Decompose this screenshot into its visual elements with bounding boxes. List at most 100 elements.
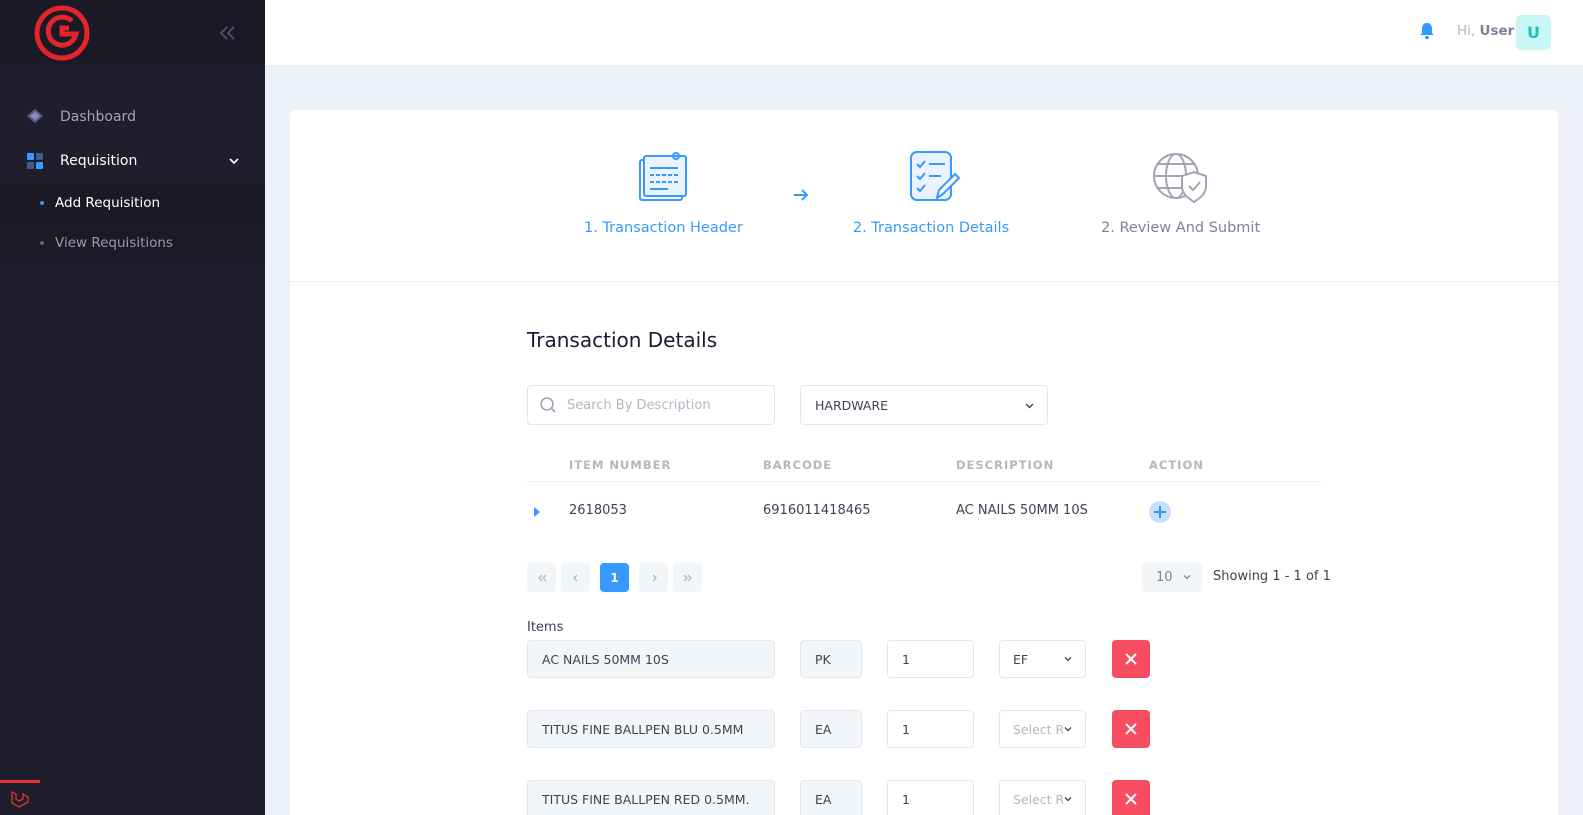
- close-icon: [1125, 723, 1137, 735]
- search-box[interactable]: [527, 385, 775, 425]
- greeting-text: Hi,: [1457, 23, 1476, 39]
- item-uom-field: PK: [800, 640, 862, 678]
- globe-shield-icon: [1153, 153, 1207, 204]
- notification-bell-icon[interactable]: [1417, 21, 1437, 41]
- per-page-value: 10: [1156, 570, 1173, 585]
- chevron-down-icon: [1183, 575, 1191, 580]
- item-uom-field: EA: [800, 780, 862, 815]
- sidebar-item-dashboard[interactable]: Dashboard: [0, 95, 265, 139]
- bullet-dot-icon: [40, 201, 44, 205]
- column-header-description: DESCRIPTION: [956, 458, 1055, 472]
- item-uom-field: EA: [800, 710, 862, 748]
- column-header-action: ACTION: [1149, 458, 1204, 472]
- company-logo[interactable]: [33, 4, 91, 62]
- chevron-down-icon[interactable]: [228, 155, 240, 167]
- diamond-layers-icon: [27, 109, 43, 123]
- user-name: User: [1479, 23, 1515, 39]
- user-greeting[interactable]: Hi, User: [1457, 23, 1514, 39]
- prev-page-button[interactable]: [561, 563, 590, 592]
- chevron-right-icon: [652, 574, 657, 581]
- grid-icon: [27, 153, 43, 169]
- plus-icon: [1154, 506, 1166, 518]
- sidebar-menu: Dashboard Requisition Add Requisition Vi…: [0, 95, 265, 263]
- wizard-step-title: 2. Review And Submit: [1101, 220, 1261, 236]
- checklist-edit-icon: [910, 151, 961, 201]
- chevron-down-icon: [1064, 797, 1072, 802]
- double-chevron-left-icon: [537, 574, 546, 581]
- table-row: 2618053 6916011418465 AC NAILS 50MM 10S: [527, 482, 1321, 542]
- selected-item-row: TITUS FINE BALLPEN RED 0.5MM. EA 1 Selec…: [527, 780, 1167, 815]
- item-reason-value: EF: [1013, 651, 1029, 667]
- user-avatar[interactable]: U: [1516, 15, 1551, 50]
- search-input[interactable]: [567, 397, 757, 413]
- selected-item-row: AC NAILS 50MM 10S PK 1 EF: [527, 640, 1167, 678]
- item-reason-placeholder: Select R: [1013, 721, 1063, 737]
- sidebar-subitem-label: View Requisitions: [55, 235, 173, 251]
- requisition-card: 1. Transaction Header 2. Transaction Det…: [290, 110, 1558, 815]
- clipboard-note-icon: [639, 152, 687, 201]
- brand-bar: [0, 0, 265, 65]
- wizard-steps: 1. Transaction Header 2. Transaction Det…: [290, 110, 1558, 282]
- cell-description: AC NAILS 50MM 10S: [956, 503, 1088, 518]
- wizard-step-transaction-header[interactable]: 1. Transaction Header: [584, 150, 743, 236]
- sidebar: Dashboard Requisition Add Requisition Vi…: [0, 0, 265, 815]
- bullet-dot-icon: [40, 241, 44, 245]
- sidebar-item-label: Requisition: [60, 153, 138, 169]
- last-page-button[interactable]: [673, 563, 702, 592]
- remove-item-button[interactable]: [1112, 780, 1150, 815]
- caret-right-icon[interactable]: [532, 506, 542, 518]
- chevron-left-icon: [572, 574, 577, 581]
- wizard-step-review-submit[interactable]: 2. Review And Submit: [1101, 150, 1261, 236]
- selected-item-row: TITUS FINE BALLPEN BLU 0.5MM EA 1 Select…: [527, 710, 1167, 748]
- arrow-right-icon: [794, 189, 809, 201]
- sidebar-item-label: Dashboard: [60, 109, 136, 125]
- items-label: Items: [527, 620, 564, 635]
- pagination: 1 10 Showing 1 - 1 of 1: [527, 563, 1331, 593]
- cell-barcode: 6916011418465: [763, 503, 871, 518]
- item-reason-select[interactable]: Select R: [999, 710, 1086, 748]
- first-page-button[interactable]: [527, 563, 556, 592]
- laravel-debugbar-toggle[interactable]: [0, 780, 40, 815]
- remove-item-button[interactable]: [1112, 710, 1150, 748]
- item-reason-select[interactable]: Select R: [999, 780, 1086, 815]
- double-chevron-right-icon: [683, 574, 692, 581]
- column-header-item-number: ITEM NUMBER: [569, 458, 672, 472]
- item-quantity-input[interactable]: 1: [887, 710, 974, 748]
- column-header-barcode: BARCODE: [763, 458, 833, 472]
- top-header: Hi, User U: [265, 0, 1583, 65]
- showing-count: Showing 1 - 1 of 1: [1213, 569, 1331, 584]
- chevron-down-icon: [1025, 403, 1034, 409]
- close-icon: [1125, 793, 1137, 805]
- category-select[interactable]: HARDWARE: [800, 385, 1048, 425]
- sidebar-subitem-add-requisition[interactable]: Add Requisition: [0, 183, 265, 223]
- per-page-select[interactable]: 10: [1142, 563, 1202, 592]
- table-header: ITEM NUMBER BARCODE DESCRIPTION ACTION: [527, 450, 1321, 482]
- add-item-button[interactable]: [1149, 501, 1171, 523]
- cell-item-number: 2618053: [569, 503, 627, 518]
- requisition-submenu: Add Requisition View Requisitions: [0, 183, 265, 263]
- category-select-value: HARDWARE: [815, 397, 889, 413]
- wizard-step-title: 2. Transaction Details: [852, 220, 1010, 236]
- section-title: Transaction Details: [527, 328, 718, 352]
- laravel-icon: [11, 790, 29, 808]
- sidebar-subitem-view-requisitions[interactable]: View Requisitions: [0, 223, 265, 263]
- item-quantity-input[interactable]: 1: [887, 780, 974, 815]
- chevron-down-icon: [1064, 727, 1072, 732]
- item-reason-placeholder: Select R: [1013, 791, 1063, 807]
- items-table: ITEM NUMBER BARCODE DESCRIPTION ACTION 2…: [527, 450, 1321, 542]
- wizard-step-title: 1. Transaction Header: [584, 220, 743, 236]
- collapse-sidebar-icon[interactable]: [216, 22, 238, 44]
- search-icon: [540, 397, 556, 413]
- item-description-field: TITUS FINE BALLPEN BLU 0.5MM: [527, 710, 775, 748]
- item-description-field: TITUS FINE BALLPEN RED 0.5MM.: [527, 780, 775, 815]
- next-page-button[interactable]: [639, 563, 668, 592]
- item-reason-select[interactable]: EF: [999, 640, 1086, 678]
- wizard-step-transaction-details[interactable]: 2. Transaction Details: [852, 150, 1010, 236]
- page-button-current[interactable]: 1: [600, 563, 629, 592]
- sidebar-item-requisition[interactable]: Requisition: [0, 139, 265, 183]
- chevron-down-icon: [1064, 657, 1072, 662]
- item-description-field: AC NAILS 50MM 10S: [527, 640, 775, 678]
- remove-item-button[interactable]: [1112, 640, 1150, 678]
- close-icon: [1125, 653, 1137, 665]
- item-quantity-input[interactable]: 1: [887, 640, 974, 678]
